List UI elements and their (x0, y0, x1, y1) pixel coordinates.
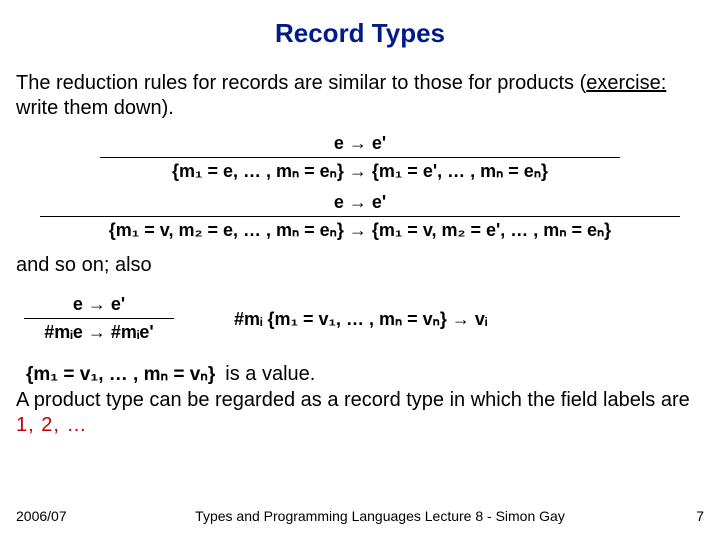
rule-2: e → e' {m₁ = v, m₂ = e, … , mₙ = eₙ} → {… (40, 190, 680, 243)
intro-paragraph: The reduction rules for records are simi… (16, 71, 704, 121)
rule-1-premise: e → e' (328, 131, 392, 156)
rule-3-col: e → e' #mᵢe → #mᵢe' (24, 288, 174, 351)
exercise-label: exercise: (586, 72, 666, 94)
rule-2-premise: e → e' (328, 190, 392, 215)
footer-page-number: 7 (674, 508, 704, 524)
value-text: is a value. (225, 363, 315, 386)
rule-1: e → e' {m₁ = e, … , mₙ = eₙ} → {m₁ = e',… (100, 131, 620, 184)
value-row: {m₁ = v₁, … , mₙ = vₙ} is a value. (26, 363, 704, 386)
slide-title: Record Types (16, 18, 704, 49)
rule-3-conclusion: #mᵢe → #mᵢe' (38, 320, 159, 345)
rule-2-line (40, 216, 680, 217)
value-expression: {m₁ = v₁, … , mₙ = vₙ} (26, 363, 215, 386)
rule-1-conclusion: {m₁ = e, … , mₙ = eₙ} → {m₁ = e', … , mₙ… (166, 159, 554, 184)
product-text-a: A product type can be regarded as a reco… (16, 389, 690, 411)
rule-1-line (100, 157, 620, 158)
small-rules-row: e → e' #mᵢe → #mᵢe' #mᵢ {m₁ = v₁, … , mₙ… (24, 288, 704, 351)
slide: Record Types The reduction rules for rec… (0, 0, 720, 540)
rule-2-conclusion: {m₁ = v, m₂ = e, … , mₙ = eₙ} → {m₁ = v,… (103, 218, 617, 243)
field-labels-red: 1, 2, … (16, 414, 87, 436)
intro-text-a: The reduction rules for records are simi… (16, 72, 586, 94)
footer-course: Types and Programming Languages Lecture … (86, 508, 674, 524)
product-type-paragraph: A product type can be regarded as a reco… (16, 388, 704, 438)
rule-3-premise: e → e' (67, 292, 131, 317)
footer-date: 2006/07 (16, 508, 86, 524)
rule-4: #mᵢ {m₁ = v₁, … , mₙ = vₙ} → vᵢ (234, 309, 487, 330)
rule-4-col: #mᵢ {m₁ = v₁, … , mₙ = vₙ} → vᵢ (234, 309, 487, 330)
rule-3-line (24, 318, 174, 319)
rule-3: e → e' #mᵢe → #mᵢe' (24, 292, 174, 345)
intro-text-c: write them down). (16, 97, 174, 119)
slide-footer: 2006/07 Types and Programming Languages … (16, 508, 704, 524)
reduction-rules-block: e → e' {m₁ = e, … , mₙ = eₙ} → {m₁ = e',… (16, 131, 704, 243)
and-so-on-text: and so on; also (16, 253, 704, 278)
